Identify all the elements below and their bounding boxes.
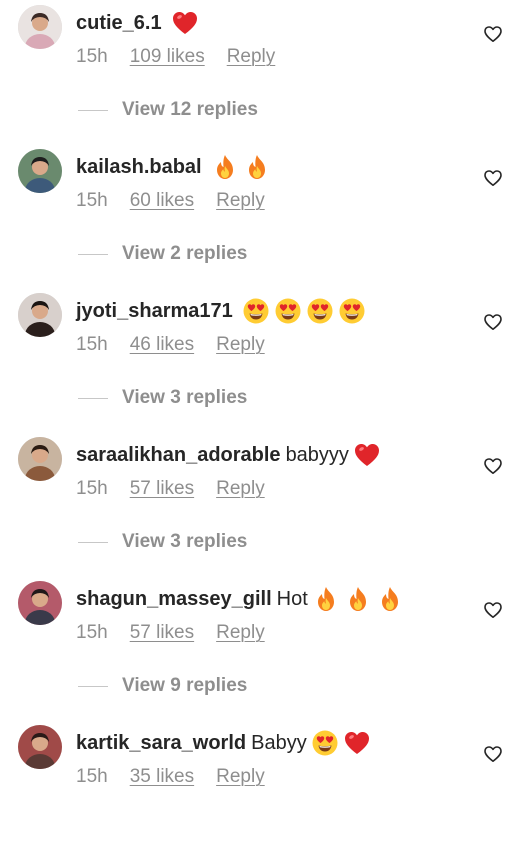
comment-meta: 15h 60 likes Reply (76, 188, 287, 214)
comment-item: shagun_massey_gill Hot 15h 57 likes Reply Vie… (0, 576, 531, 720)
comment-item: jyoti_sharma171 15h 46 likes Reply View 3 re… (0, 288, 531, 432)
comment-username[interactable]: kailash.babal (76, 152, 202, 182)
replies-divider (78, 685, 108, 687)
avatar[interactable] (18, 149, 62, 193)
comment-text: Babyy (251, 732, 307, 754)
like-heart-icon[interactable] (483, 168, 503, 188)
comment-body: saraalikhan_adorable babyyy (76, 440, 381, 470)
red-heart-emoji-icon (343, 729, 371, 757)
comment-meta: 15h 35 likes Reply (76, 764, 287, 790)
fire-emoji-icon (211, 153, 239, 181)
comment-likes-link[interactable]: 35 likes (130, 764, 194, 790)
comment-likes-link[interactable]: 57 likes (130, 476, 194, 502)
comment-likes-link[interactable]: 60 likes (130, 188, 194, 214)
comment-body: shagun_massey_gill Hot (76, 584, 404, 614)
view-replies-button[interactable]: View 9 replies (78, 673, 247, 699)
view-replies-label: View 12 replies (122, 99, 258, 120)
replies-divider (78, 253, 108, 255)
comment-meta: 15h 46 likes Reply (76, 332, 287, 358)
view-replies-label: View 2 replies (122, 243, 248, 264)
fire-emoji-icon (376, 585, 404, 613)
reply-button[interactable]: Reply (216, 764, 265, 790)
comment-username[interactable]: jyoti_sharma171 (76, 296, 233, 326)
comment-body: jyoti_sharma171 (76, 296, 366, 326)
comment-timestamp: 15h (76, 766, 108, 787)
comment-timestamp: 15h (76, 190, 108, 211)
comment-item: kailash.babal 15h 60 likes Reply View 2 repl… (0, 144, 531, 288)
reply-button[interactable]: Reply (216, 476, 265, 502)
replies-divider (78, 397, 108, 399)
fire-emoji-icon (243, 153, 271, 181)
view-replies-button[interactable]: View 3 replies (78, 385, 247, 411)
like-heart-icon[interactable] (483, 312, 503, 332)
view-replies-label: View 9 replies (122, 675, 248, 696)
comment-timestamp: 15h (76, 478, 108, 499)
comment-body: kailash.babal (76, 152, 271, 182)
heart-eyes-emoji-icon (338, 297, 366, 325)
comment-username[interactable]: saraalikhan_adorable (76, 440, 281, 470)
avatar[interactable] (18, 725, 62, 769)
like-heart-icon[interactable] (483, 600, 503, 620)
fire-emoji-icon (312, 585, 340, 613)
view-replies-button[interactable]: View 12 replies (78, 97, 258, 123)
comment-timestamp: 15h (76, 334, 108, 355)
comment-body: cutie_6.1 (76, 8, 199, 38)
view-replies-label: View 3 replies (122, 531, 248, 552)
reply-button[interactable]: Reply (227, 44, 276, 70)
avatar[interactable] (18, 437, 62, 481)
fire-emoji-icon (344, 585, 372, 613)
red-heart-emoji-icon (353, 441, 381, 469)
reply-button[interactable]: Reply (216, 332, 265, 358)
comment-text: babyyy (285, 444, 349, 466)
comment-item: kartik_sara_world Babyy 15h 35 likes Reply (0, 720, 531, 864)
comment-meta: 15h 57 likes Reply (76, 476, 287, 502)
comment-meta: 15h 109 likes Reply (76, 44, 297, 70)
comment-meta: 15h 57 likes Reply (76, 620, 287, 646)
comment-likes-link[interactable]: 109 likes (130, 44, 205, 70)
comment-likes-link[interactable]: 57 likes (130, 620, 194, 646)
like-heart-icon[interactable] (483, 744, 503, 764)
replies-divider (78, 541, 108, 543)
comment-username[interactable]: cutie_6.1 (76, 8, 162, 38)
avatar[interactable] (18, 581, 62, 625)
comment-timestamp: 15h (76, 622, 108, 643)
avatar[interactable] (18, 5, 62, 49)
reply-button[interactable]: Reply (216, 620, 265, 646)
like-heart-icon[interactable] (483, 24, 503, 44)
replies-divider (78, 109, 108, 111)
comment-item: cutie_6.1 15h 109 likes Reply View 12 replie… (0, 0, 531, 144)
comment-body: kartik_sara_world Babyy (76, 728, 371, 758)
comment-item: saraalikhan_adorable babyyy 15h 57 likes Rep… (0, 432, 531, 576)
heart-eyes-emoji-icon (274, 297, 302, 325)
view-replies-label: View 3 replies (122, 387, 248, 408)
comment-likes-link[interactable]: 46 likes (130, 332, 194, 358)
reply-button[interactable]: Reply (216, 188, 265, 214)
heart-eyes-emoji-icon (306, 297, 334, 325)
comment-username[interactable]: shagun_massey_gill (76, 584, 272, 614)
comment-timestamp: 15h (76, 46, 108, 67)
like-heart-icon[interactable] (483, 456, 503, 476)
heart-eyes-emoji-icon (311, 729, 339, 757)
avatar[interactable] (18, 293, 62, 337)
red-heart-emoji-icon (171, 9, 199, 37)
view-replies-button[interactable]: View 3 replies (78, 529, 247, 555)
heart-eyes-emoji-icon (242, 297, 270, 325)
view-replies-button[interactable]: View 2 replies (78, 241, 247, 267)
comment-username[interactable]: kartik_sara_world (76, 728, 246, 758)
comment-text: Hot (276, 588, 308, 610)
